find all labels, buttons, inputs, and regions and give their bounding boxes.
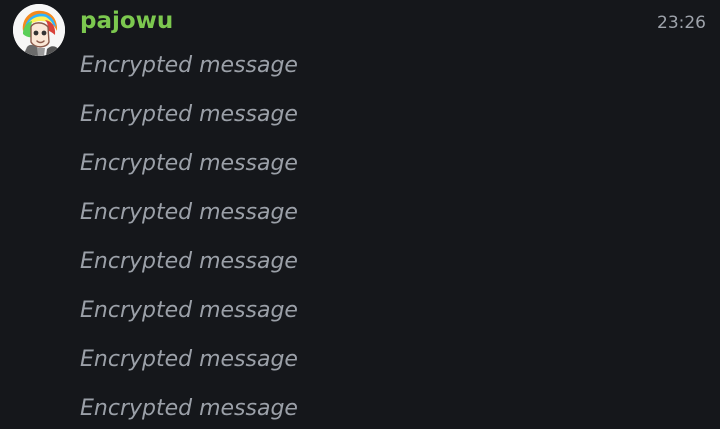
chat-message-group: pajowu 23:26 Encrypted message Encrypted… [0, 0, 720, 429]
encrypted-message: Encrypted message [80, 151, 298, 176]
user-avatar-icon[interactable] [13, 4, 65, 56]
message-list: Encrypted message Encrypted message Encr… [80, 46, 680, 429]
encrypted-message: Encrypted message [80, 249, 298, 274]
encrypted-message: Encrypted message [80, 396, 298, 421]
message-timestamp: 23:26 [657, 13, 706, 33]
avatar-illustration [13, 4, 65, 56]
encrypted-message: Encrypted message [80, 53, 298, 78]
encrypted-message: Encrypted message [80, 347, 298, 372]
sender-name[interactable]: pajowu [80, 6, 173, 36]
encrypted-message: Encrypted message [80, 200, 298, 225]
encrypted-message: Encrypted message [80, 298, 298, 323]
encrypted-message: Encrypted message [80, 102, 298, 127]
